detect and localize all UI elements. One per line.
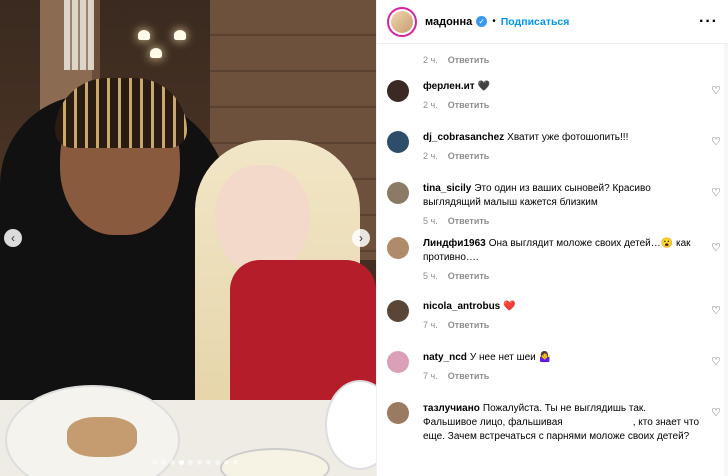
reply-button[interactable]: Ответить [448, 371, 490, 381]
commenter-avatar[interactable] [387, 131, 409, 153]
commenter-username[interactable]: тазлучиано [423, 403, 480, 414]
like-heart-icon[interactable]: ♡ [711, 406, 721, 419]
comment-text: У нее нет шеи 🤷‍♀️ [469, 352, 551, 363]
comment-meta: 2 ч. Ответить [423, 151, 725, 161]
slide-dot [170, 460, 175, 465]
reply-button[interactable]: Ответить [448, 271, 490, 281]
slide-dot [152, 460, 157, 465]
comment: naty_ncd У нее нет шеи 🤷‍♀️ 7 ч. Ответить ♡ [387, 351, 725, 381]
slide-dot [188, 460, 193, 465]
lamp [150, 48, 162, 58]
commenter-username[interactable]: nicola_antrobus [423, 301, 500, 312]
next-slide-button[interactable]: › [352, 229, 370, 247]
comment-time: 5 ч. [423, 271, 438, 281]
comment-meta: 7 ч. Ответить [423, 371, 725, 381]
lamp [174, 30, 186, 40]
comment-meta: 2 ч. Ответить [423, 100, 725, 110]
like-heart-icon[interactable]: ♡ [711, 84, 721, 97]
comment-time: 2 ч. [423, 55, 438, 65]
comment-body: Линдфи1963 Она выглядит моложе своих дете… [423, 237, 701, 265]
reply-button[interactable]: Ответить [448, 216, 490, 226]
comment-body: ферлен.ит 🖤 [423, 80, 701, 94]
post-header: мадонна ✓ • Подписаться ··· [377, 0, 728, 44]
comment-body: naty_ncd У нее нет шеи 🤷‍♀️ [423, 351, 701, 365]
comment: тазлучиано Пожалуйста. Ты не выглядишь та… [387, 402, 725, 444]
slide-dot [206, 460, 211, 465]
commenter-avatar[interactable] [387, 237, 409, 259]
comments-panel: мадонна ✓ • Подписаться ··· 2 ч. Ответить… [376, 0, 728, 476]
author-avatar[interactable] [387, 6, 417, 37]
comment-text: ❤️ [503, 301, 516, 312]
comment-meta: 7 ч. Ответить [423, 320, 725, 330]
separator-dot: • [492, 16, 496, 27]
reply-button[interactable]: Ответить [448, 320, 490, 330]
slide-dot [233, 460, 238, 465]
like-heart-icon[interactable]: ♡ [711, 355, 721, 368]
comment-time: 7 ч. [423, 371, 438, 381]
verified-badge-icon: ✓ [476, 16, 488, 27]
comment-text: 🖤 [477, 81, 491, 92]
commenter-username[interactable]: naty_ncd [423, 352, 467, 363]
commenter-avatar[interactable] [387, 80, 409, 102]
commenter-avatar[interactable] [387, 351, 409, 373]
commenter-avatar[interactable] [387, 182, 409, 204]
slide-dot [224, 460, 229, 465]
slide-dot [161, 460, 166, 465]
scrollbar[interactable] [724, 44, 728, 476]
comment-body: nicola_antrobus ❤️ [423, 300, 701, 314]
slide-dot [197, 460, 202, 465]
slide-dot [215, 460, 220, 465]
commenter-username[interactable]: ферлен.ит [423, 81, 475, 92]
comment-meta: 5 ч. Ответить [423, 216, 725, 226]
comment-body: dj_cobrasanchez Хватит уже фотошопить!!! [423, 131, 701, 145]
commenter-avatar[interactable] [387, 300, 409, 322]
reply-button[interactable]: Ответить [448, 100, 490, 110]
like-heart-icon[interactable]: ♡ [711, 186, 721, 199]
comment: tina_sicily Это один из ваших сыновей? Кр… [387, 182, 725, 226]
woman-face [215, 165, 310, 275]
slide-dot [179, 460, 184, 465]
commenter-username[interactable]: dj_cobrasanchez [423, 132, 504, 143]
author-username[interactable]: мадонна [425, 16, 472, 28]
commenter-username[interactable]: tina_sicily [423, 183, 471, 194]
like-heart-icon[interactable]: ♡ [711, 304, 721, 317]
lamp [138, 30, 150, 40]
slide-indicator [152, 460, 238, 465]
more-options-icon[interactable]: ··· [699, 13, 718, 31]
commenter-avatar[interactable] [387, 402, 409, 424]
man-hair [55, 78, 187, 148]
reply-button[interactable]: Ответить [448, 151, 490, 161]
comment-body: тазлучиано Пожалуйста. Ты не выглядишь та… [423, 402, 701, 444]
comment: ферлен.ит 🖤 2 ч. Ответить ♡ [387, 80, 725, 110]
comment: dj_cobrasanchez Хватит уже фотошопить!!! 2… [387, 131, 725, 161]
follow-button[interactable]: Подписаться [501, 16, 570, 28]
reply-button[interactable]: Ответить [448, 55, 490, 65]
previous-slide-button[interactable]: ‹ [4, 229, 22, 247]
previous-comment-meta: 2 ч. Ответить [423, 55, 489, 65]
comment: nicola_antrobus ❤️ 7 ч. Ответить ♡ [387, 300, 725, 330]
comment-time: 7 ч. [423, 320, 438, 330]
comment-meta: 5 ч. Ответить [423, 271, 725, 281]
comment-text: Хватит уже фотошопить!!! [507, 132, 629, 143]
comment-time: 2 ч. [423, 151, 438, 161]
window [64, 0, 94, 70]
like-heart-icon[interactable]: ♡ [711, 241, 721, 254]
like-heart-icon[interactable]: ♡ [711, 135, 721, 148]
post-photo[interactable]: ‹ › [0, 0, 376, 476]
comment-time: 2 ч. [423, 100, 438, 110]
comment-body: tina_sicily Это один из ваших сыновей? Кр… [423, 182, 701, 210]
commenter-username[interactable]: Линдфи1963 [423, 238, 486, 249]
comment-time: 5 ч. [423, 216, 438, 226]
comment: Линдфи1963 Она выглядит моложе своих дете… [387, 237, 725, 281]
